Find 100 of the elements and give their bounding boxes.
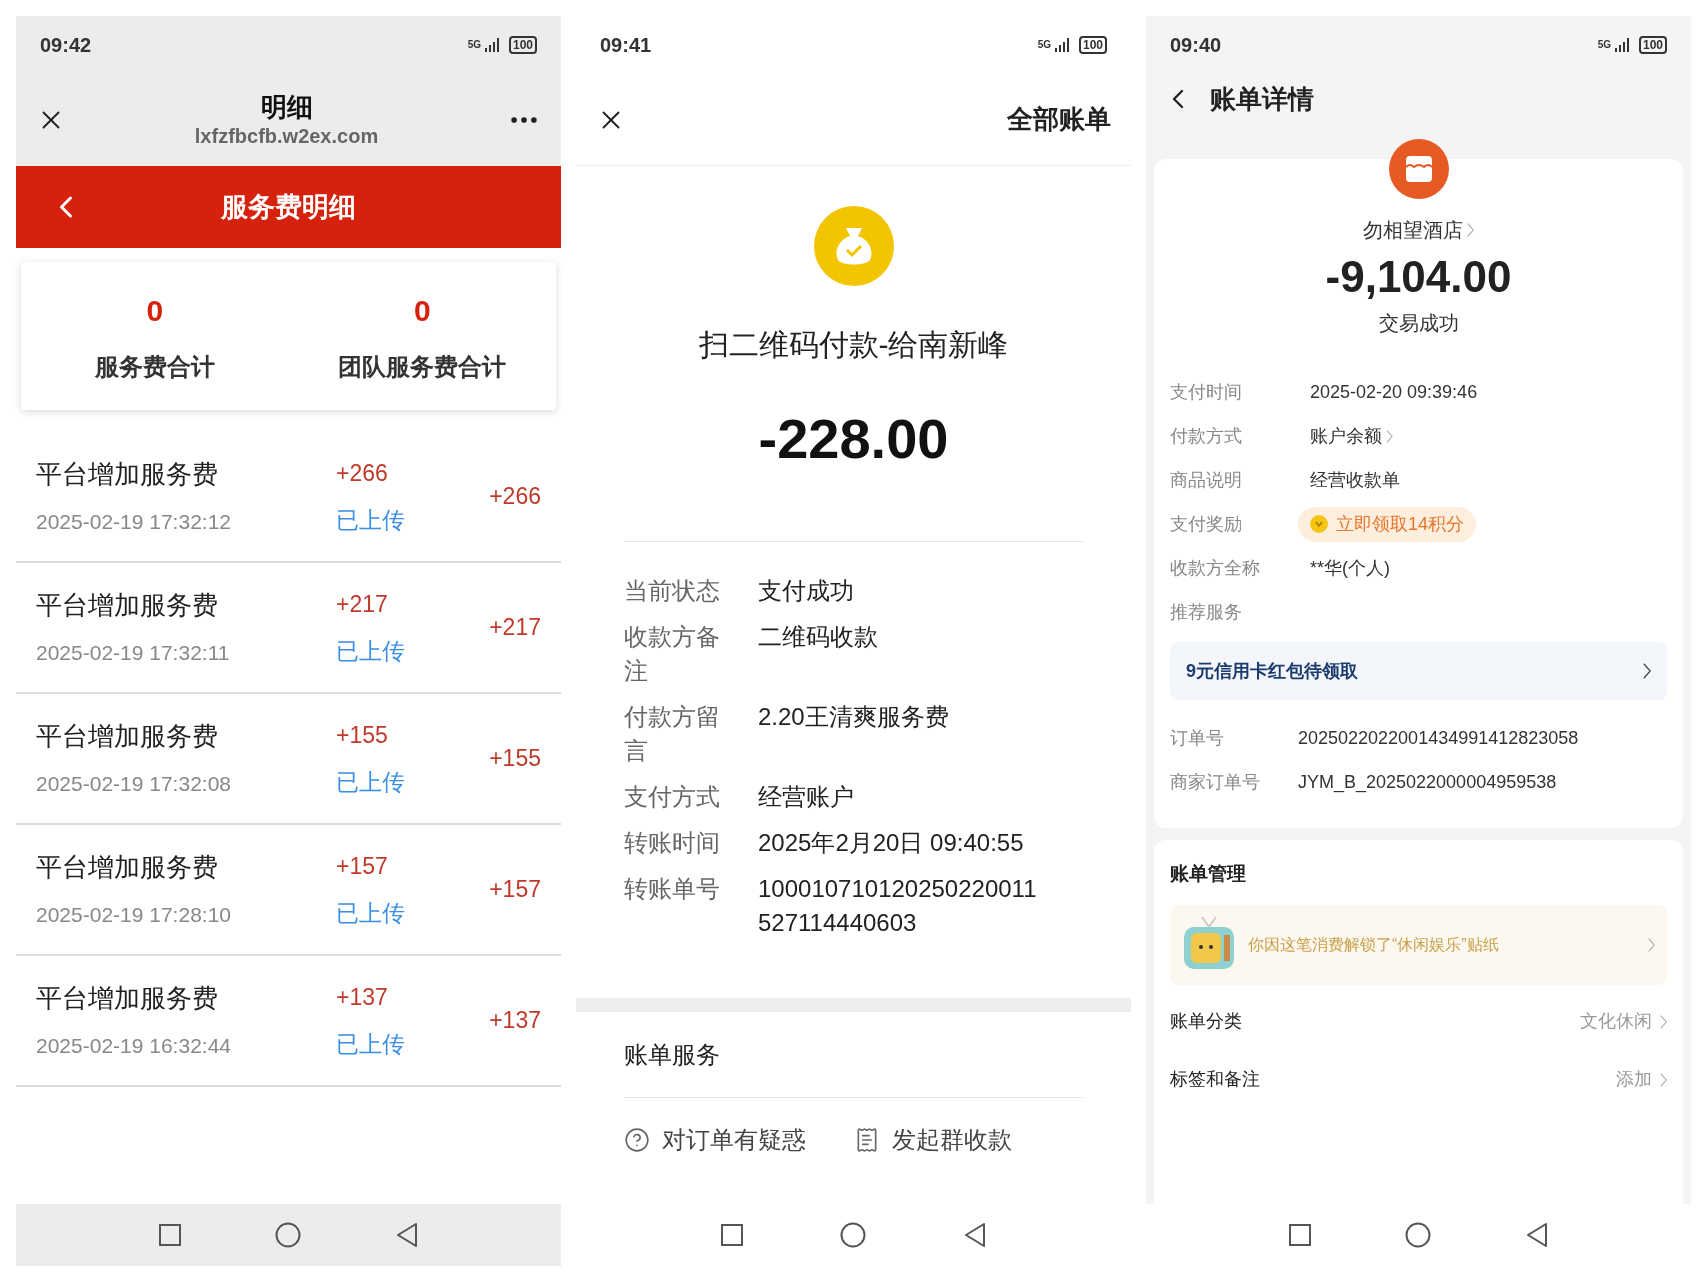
- bill-status: 交易成功: [1378, 311, 1459, 336]
- summary-value: 0: [413, 292, 431, 329]
- detail-label: 推荐服务: [1170, 600, 1243, 624]
- payment-amount: -228.00: [758, 406, 949, 472]
- summary-value: 0: [146, 292, 164, 329]
- back-icon[interactable]: [395, 1223, 418, 1247]
- record-time: 2025-02-19 17:32:11: [36, 640, 231, 667]
- record-total: +155: [488, 744, 541, 774]
- screen-title: 账单详情: [1210, 82, 1314, 116]
- network-label: 5G: [1597, 40, 1611, 50]
- detail-label: 收款方备注: [624, 622, 721, 686]
- summary-label: 服务费合计: [94, 351, 215, 382]
- record-time: 2025-02-19 17:28:10: [36, 902, 232, 929]
- detail-label: 支付时间: [1170, 380, 1243, 404]
- status-time: 09:42: [40, 33, 92, 58]
- detail-label: 支付奖励: [1170, 512, 1243, 536]
- coin-icon: [1310, 515, 1328, 533]
- detail-value: 2.20王清爽服务费: [758, 702, 950, 732]
- home-icon[interactable]: [840, 1222, 867, 1248]
- back-icon[interactable]: [1525, 1223, 1548, 1247]
- detail-value: 2025年2月20日 09:40:55: [758, 828, 1025, 858]
- signal-icon: [1054, 38, 1071, 52]
- detail-value: 2025022022001434991412823058: [1298, 726, 1579, 750]
- record-time: 2025-02-19 16:32:44: [36, 1033, 232, 1060]
- recent-apps-icon[interactable]: [720, 1224, 743, 1246]
- record-title: 平台增加服务费: [36, 589, 219, 623]
- detail-label: 转账时间: [624, 828, 721, 858]
- record-title: 平台增加服务费: [36, 851, 219, 885]
- chevron-icon: [1467, 223, 1474, 237]
- detail-label: 订单号: [1170, 726, 1225, 750]
- battery-indicator: 100: [1078, 36, 1107, 54]
- bill-amount: -9,104.00: [1325, 251, 1512, 303]
- promo-banner[interactable]: 9元信用卡红包待领取: [1170, 642, 1667, 700]
- detail-label: 付款方式: [1170, 424, 1243, 448]
- detail-label: 当前状态: [624, 576, 721, 606]
- record-status: 已上传: [336, 636, 406, 666]
- summary-label: 团队服务费合计: [338, 351, 507, 382]
- detail-value: 经营账户: [758, 782, 855, 812]
- battery-indicator: 100: [1638, 36, 1667, 54]
- recent-apps-icon[interactable]: [1289, 1224, 1312, 1246]
- record-title: 平台增加服务费: [36, 458, 219, 492]
- record-status: 已上传: [336, 767, 406, 797]
- merchant-name[interactable]: 勿相望酒店: [1363, 215, 1463, 245]
- page-title: 明细: [260, 91, 313, 124]
- detail-label: 转账单号: [624, 874, 721, 904]
- detail-value[interactable]: 账户余额: [1310, 422, 1382, 450]
- detail-value: 2025-02-20 09:39:46: [1310, 380, 1478, 404]
- record-status: 已上传: [336, 1029, 406, 1059]
- record-amount: +217: [336, 590, 389, 619]
- signal-icon: [1614, 38, 1631, 52]
- home-icon[interactable]: [1405, 1222, 1432, 1248]
- record-time: 2025-02-19 17:32:12: [36, 509, 232, 536]
- detail-label: 支付方式: [624, 782, 721, 812]
- payment-title: 扫二维码付款-给南新峰: [698, 327, 1009, 363]
- section-title: 账单服务: [624, 1039, 720, 1070]
- detail-label: 付款方留言: [624, 702, 721, 766]
- record-amount: +157: [336, 852, 389, 881]
- record-amount: +137: [336, 983, 389, 1012]
- detail-value: **华(个人): [1310, 556, 1390, 580]
- record-status: 已上传: [336, 898, 406, 928]
- record-total: +157: [488, 875, 541, 905]
- record-amount: +155: [336, 721, 389, 750]
- all-bills-link[interactable]: 全部账单: [1007, 100, 1111, 139]
- detail-value: 100010710120250220011527114440603: [758, 874, 1038, 938]
- detail-label: 商家订单号: [1170, 770, 1261, 794]
- detail-value: 支付成功: [758, 576, 855, 606]
- record-title: 平台增加服务费: [36, 720, 219, 754]
- service-link[interactable]: 对订单有疑惑: [624, 1122, 806, 1158]
- battery-indicator: 100: [508, 36, 537, 54]
- signal-icon: [484, 38, 501, 52]
- chevron-icon: [1643, 663, 1651, 679]
- setting-label: 标签和备注: [1170, 1068, 1260, 1091]
- record-total: +217: [488, 613, 541, 643]
- service-link[interactable]: 发起群收款: [854, 1122, 1012, 1158]
- network-label: 5G: [467, 40, 481, 50]
- home-icon[interactable]: [275, 1222, 302, 1248]
- record-amount: +266: [336, 459, 389, 488]
- chevron-icon: [1386, 429, 1393, 443]
- detail-value: 二维码收款: [758, 622, 879, 652]
- detail-label: 收款方全称: [1170, 556, 1261, 580]
- record-status: 已上传: [336, 505, 406, 535]
- status-time: 09:40: [1170, 33, 1222, 58]
- detail-value: 经营收款单: [1310, 468, 1400, 492]
- record-total: +137: [488, 1006, 541, 1036]
- help-icon: [624, 1127, 650, 1153]
- status-time: 09:41: [600, 33, 652, 58]
- detail-value: JYM_B_2025022000004959538: [1298, 770, 1557, 795]
- section-title: 账单管理: [1170, 863, 1246, 884]
- record-time: 2025-02-19 17:32:08: [36, 771, 232, 798]
- detail-label: 商品说明: [1170, 468, 1243, 492]
- recent-apps-icon[interactable]: [159, 1224, 182, 1246]
- network-label: 5G: [1037, 40, 1051, 50]
- record-total: +266: [488, 482, 541, 512]
- setting-label: 账单分类: [1170, 1010, 1242, 1033]
- page-url: lxfzfbcfb.w2ex.com: [194, 123, 379, 149]
- chevron-icon: [1660, 1014, 1667, 1029]
- chevron-icon: [1648, 937, 1655, 952]
- back-icon[interactable]: [964, 1223, 987, 1247]
- chevron-icon: [1660, 1072, 1667, 1087]
- record-title: 平台增加服务费: [36, 982, 219, 1016]
